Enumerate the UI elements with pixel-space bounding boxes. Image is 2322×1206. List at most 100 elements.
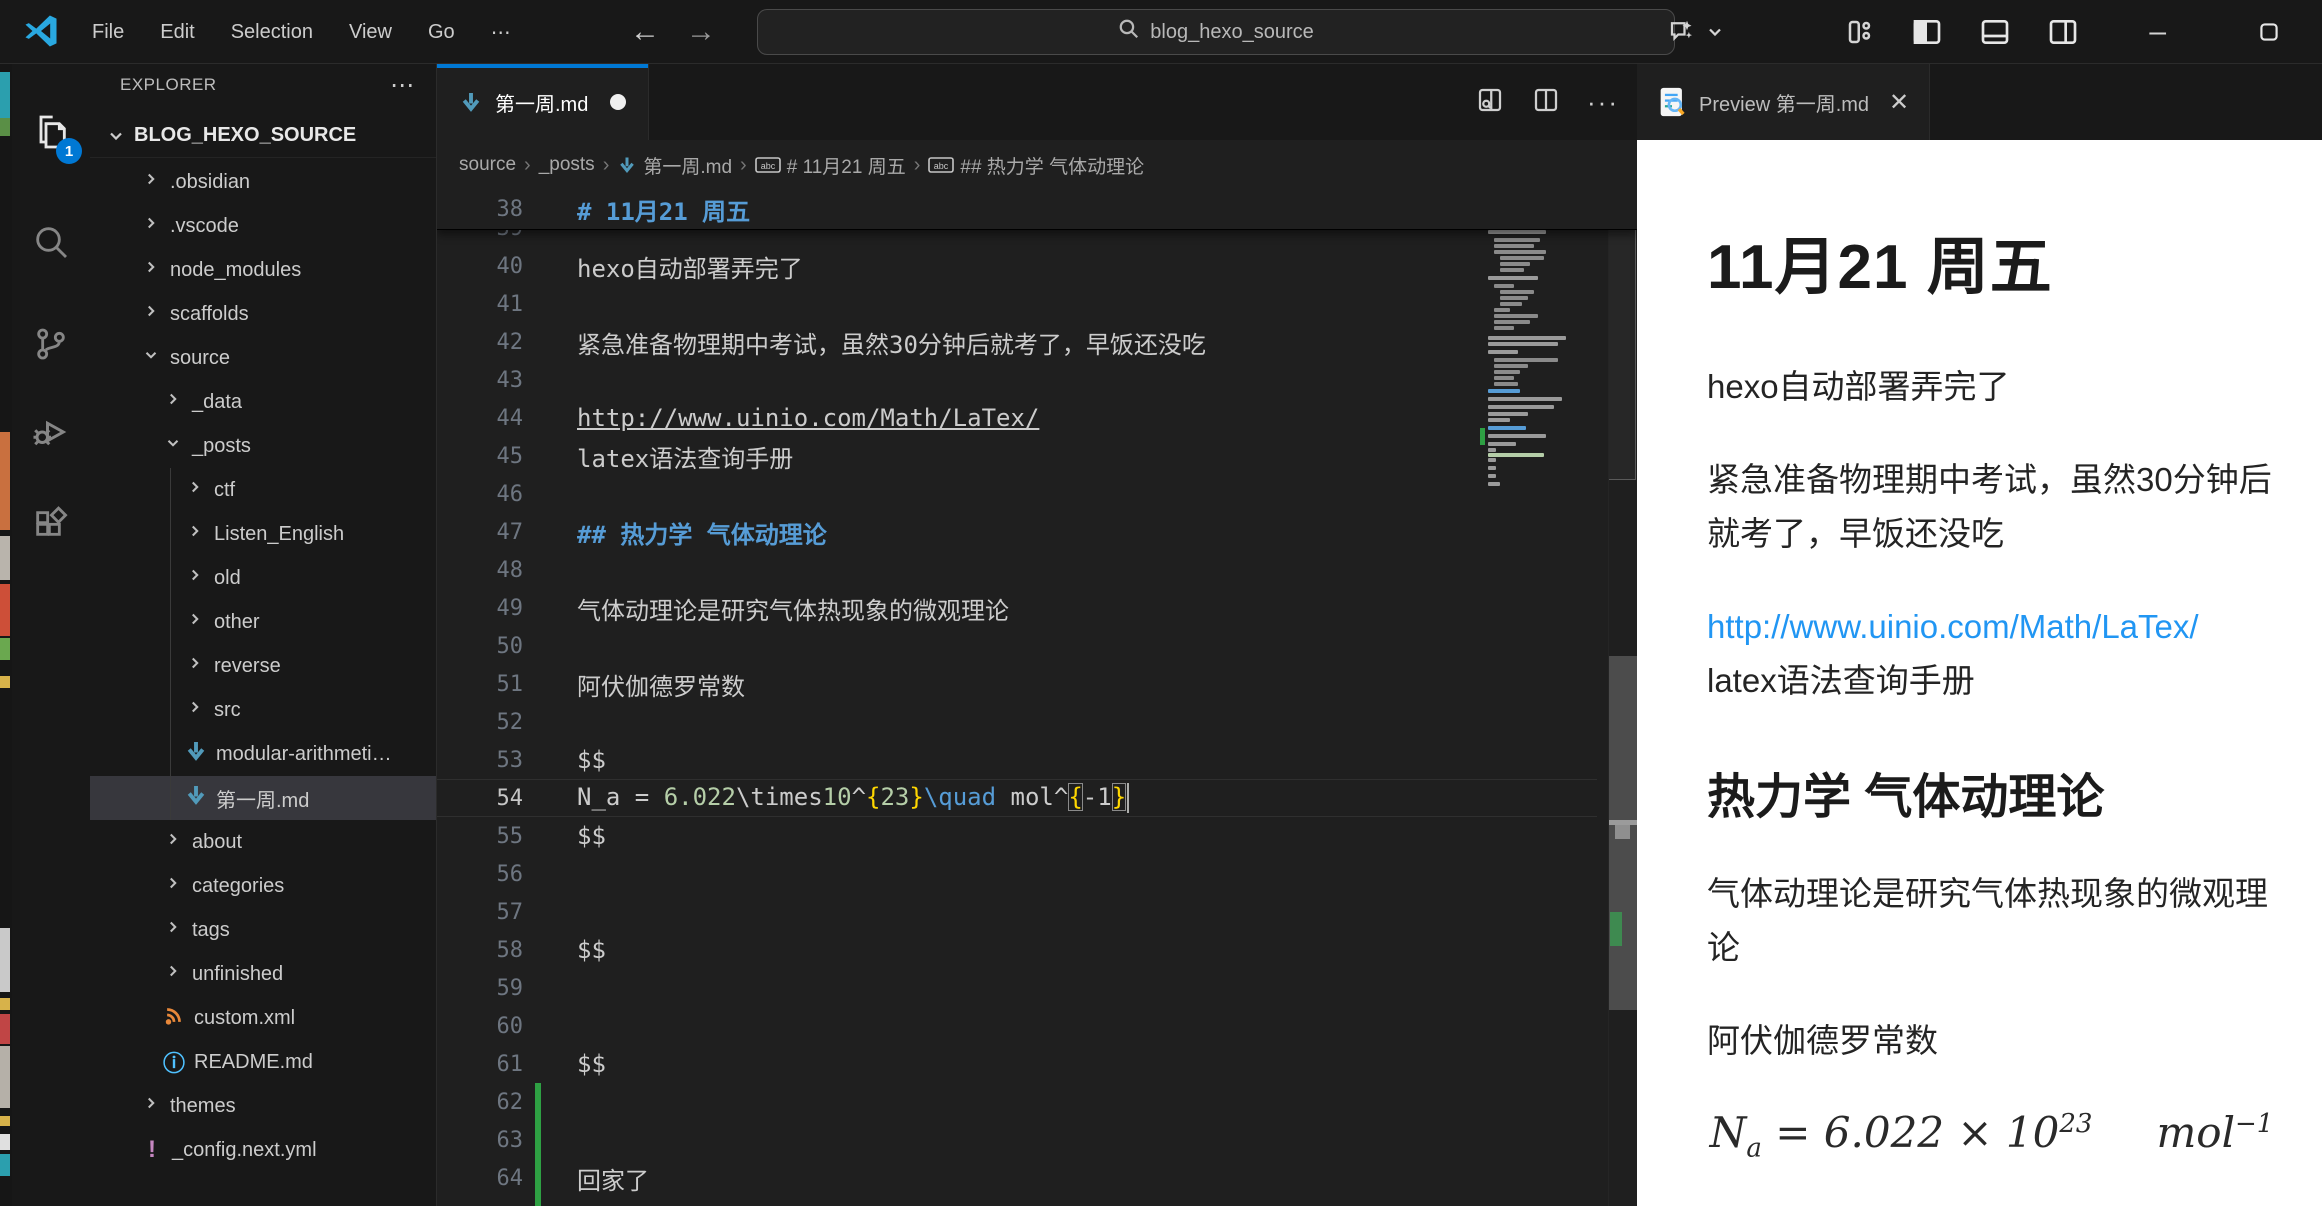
- tree-item-themes[interactable]: themes: [90, 1084, 436, 1128]
- code-line-50[interactable]: 50: [437, 627, 1637, 665]
- sticky-scroll-line[interactable]: 38 # 11月21 周五: [437, 190, 1637, 230]
- menu-edit[interactable]: Edit: [146, 15, 208, 50]
- code-line-54[interactable]: 54N_a = 6.022\times10^{23}\quad mol^{-1}: [437, 779, 1637, 817]
- code-line-64[interactable]: 64回家了: [437, 1159, 1637, 1197]
- breadcrumb-item[interactable]: abc## 热力学 气体动理论: [928, 152, 1144, 179]
- code-line-63[interactable]: 63: [437, 1121, 1637, 1159]
- code-line-46[interactable]: 46: [437, 475, 1637, 513]
- code-line-49[interactable]: 49气体动理论是研究气体热现象的微观理论: [437, 589, 1637, 627]
- code-line-42[interactable]: 42紧急准备物理期中考试，虽然30分钟后就考了，早饭还没吃: [437, 323, 1637, 361]
- line-text: 紧急准备物理期中考试，虽然30分钟后就考了，早饭还没吃: [523, 325, 1206, 360]
- extensions-activity-icon[interactable]: [12, 488, 90, 564]
- menu-selection[interactable]: Selection: [217, 15, 327, 50]
- open-preview-side-icon[interactable]: [1475, 85, 1505, 120]
- code-line-61[interactable]: 61$$: [437, 1045, 1637, 1083]
- toggle-secondary-sidebar-icon[interactable]: [2047, 16, 2079, 48]
- tree-item-categories[interactable]: categories: [90, 864, 436, 908]
- toggle-primary-sidebar-icon[interactable]: [1911, 16, 1943, 48]
- split-editor-icon[interactable]: [1531, 85, 1561, 120]
- maximize-button[interactable]: [2256, 19, 2282, 45]
- code-editor[interactable]: 3940hexo自动部署弄完了4142紧急准备物理期中考试，虽然30分钟后就考了…: [437, 190, 1637, 1206]
- tree-item-label: modular-arithmeti…: [216, 743, 392, 766]
- customize-layout-icon[interactable]: [1845, 17, 1875, 47]
- minimap[interactable]: [1480, 190, 1608, 1206]
- tree-item-modular-arithmeti-[interactable]: modular-arithmeti…: [90, 732, 436, 776]
- code-line-65[interactable]: 65: [437, 1197, 1637, 1206]
- editor-scrollbar[interactable]: [1608, 190, 1636, 1206]
- forward-arrow-icon[interactable]: →: [686, 17, 716, 47]
- command-center-search[interactable]: blog_hexo_source: [757, 9, 1675, 55]
- tree-item-Listen_English[interactable]: Listen_English: [90, 512, 436, 556]
- explorer-more-icon[interactable]: ⋯: [390, 71, 416, 100]
- tree-item-source[interactable]: source: [90, 336, 436, 380]
- breadcrumb-item[interactable]: abc# 11月21 周五: [755, 152, 906, 179]
- tree-item-unfinished[interactable]: unfinished: [90, 952, 436, 996]
- minimap-line: [1494, 358, 1558, 362]
- line-number: 50: [437, 634, 523, 659]
- tree-item-README.md[interactable]: ⓘREADME.md: [90, 1040, 436, 1084]
- preview-link[interactable]: http://www.uinio.com/Math/LaTex/: [1707, 608, 2199, 645]
- active-tab-indicator: [437, 64, 648, 68]
- code-line-41[interactable]: 41: [437, 285, 1637, 323]
- code-line-52[interactable]: 52: [437, 703, 1637, 741]
- toggle-panel-icon[interactable]: [1979, 16, 2011, 48]
- code-line-48[interactable]: 48: [437, 551, 1637, 589]
- code-line-56[interactable]: 56: [437, 855, 1637, 893]
- tree-item-.obsidian[interactable]: .obsidian: [90, 160, 436, 204]
- editor-more-actions-icon[interactable]: ···: [1587, 87, 1619, 118]
- breadcrumb-separator: ›: [603, 154, 610, 177]
- code-line-59[interactable]: 59: [437, 969, 1637, 1007]
- tree-item-.vscode[interactable]: .vscode: [90, 204, 436, 248]
- code-line-58[interactable]: 58$$: [437, 931, 1637, 969]
- code-line-55[interactable]: 55$$: [437, 817, 1637, 855]
- copilot-icon[interactable]: [1667, 17, 1697, 47]
- tree-item-custom.xml[interactable]: custom.xml: [90, 996, 436, 1040]
- tab-preview-diyizhou[interactable]: Preview 第一周.md ✕: [1637, 64, 1930, 140]
- source-control-activity-icon[interactable]: [12, 306, 90, 382]
- code-line-47[interactable]: 47## 热力学 气体动理论: [437, 513, 1637, 551]
- tree-item-node_modules[interactable]: node_modules: [90, 248, 436, 292]
- code-line-43[interactable]: 43: [437, 361, 1637, 399]
- tree-item-scaffolds[interactable]: scaffolds: [90, 292, 436, 336]
- tree-item-第一周.md[interactable]: 第一周.md: [90, 776, 436, 820]
- explorer-activity-icon[interactable]: 1: [12, 94, 90, 170]
- tree-item-other[interactable]: other: [90, 600, 436, 644]
- code-line-51[interactable]: 51阿伏伽德罗常数: [437, 665, 1637, 703]
- tree-item-about[interactable]: about: [90, 820, 436, 864]
- code-line-40[interactable]: 40hexo自动部署弄完了: [437, 247, 1637, 285]
- menu-go[interactable]: Go: [414, 15, 469, 50]
- workspace-root-row[interactable]: BLOG_HEXO_SOURCE: [90, 114, 436, 158]
- tree-item-ctf[interactable]: ctf: [90, 468, 436, 512]
- menu-file[interactable]: File: [78, 15, 138, 50]
- preview-h1: 11月21 周五: [1707, 216, 2276, 306]
- back-arrow-icon[interactable]: ←: [630, 17, 660, 47]
- breadcrumb-item[interactable]: 第一周.md: [617, 152, 732, 179]
- chevron-down-icon[interactable]: [1705, 22, 1725, 42]
- tree-item-reverse[interactable]: reverse: [90, 644, 436, 688]
- tree-item-_data[interactable]: _data: [90, 380, 436, 424]
- wallpaper-fragment: [0, 1046, 10, 1108]
- vscode-logo-icon: [22, 12, 60, 55]
- menu-view[interactable]: View: [335, 15, 406, 50]
- run-debug-activity-icon[interactable]: [12, 394, 90, 470]
- tree-item-_posts[interactable]: _posts: [90, 424, 436, 468]
- tree-item-old[interactable]: old: [90, 556, 436, 600]
- code-line-57[interactable]: 57: [437, 893, 1637, 931]
- code-line-53[interactable]: 53$$: [437, 741, 1637, 779]
- search-activity-icon[interactable]: [12, 204, 90, 280]
- code-line-62[interactable]: 62: [437, 1083, 1637, 1121]
- line-number: 57: [437, 900, 523, 925]
- tree-item-_config.next.yml[interactable]: !_config.next.yml: [90, 1128, 436, 1172]
- modified-dot-icon[interactable]: [610, 94, 626, 110]
- code-line-45[interactable]: 45latex语法查询手册: [437, 437, 1637, 475]
- breadcrumb-item[interactable]: source: [459, 154, 516, 176]
- menu-⋯[interactable]: ⋯: [477, 14, 525, 51]
- tab-diyizhou-md[interactable]: 第一周.md: [437, 64, 649, 140]
- tree-item-src[interactable]: src: [90, 688, 436, 732]
- code-line-60[interactable]: 60: [437, 1007, 1637, 1045]
- breadcrumb-item[interactable]: _posts: [539, 154, 595, 176]
- tree-item-tags[interactable]: tags: [90, 908, 436, 952]
- close-icon[interactable]: ✕: [1889, 88, 1909, 117]
- minimize-button[interactable]: –: [2149, 15, 2166, 49]
- code-line-44[interactable]: 44http://www.uinio.com/Math/LaTex/: [437, 399, 1637, 437]
